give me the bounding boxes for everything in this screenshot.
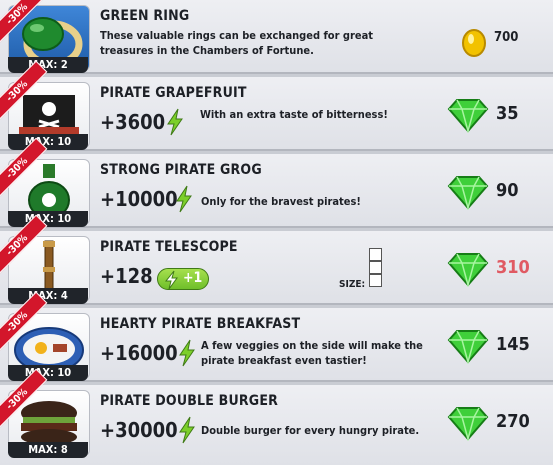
- energy-value: +128: [100, 264, 153, 288]
- energy-value: +10000: [100, 187, 178, 211]
- bonus-pill: +1: [157, 268, 209, 290]
- energy-bolt-icon: [179, 339, 195, 367]
- item-description: Only for the bravest pirates!: [201, 195, 361, 208]
- item-title: PIRATE GRAPEFRUIT: [100, 85, 247, 101]
- gem-icon: [447, 99, 489, 133]
- gem-icon: [447, 407, 489, 441]
- item-price: 90: [496, 180, 519, 201]
- item-description: Double burger for every hungry pirate.: [201, 424, 420, 437]
- max-quantity: MAX: 10: [8, 365, 88, 381]
- energy-value: +16000: [100, 341, 178, 365]
- shop-item-list: MAX: 2 -30% GREEN RING These valuable ri…: [0, 0, 553, 465]
- item-description: A few veggies on the side will make the …: [201, 339, 423, 367]
- max-quantity: MAX: 10: [8, 134, 88, 150]
- shop-item-strong-pirate-grog[interactable]: MAX: 10 -30% STRONG PIRATE GROG +10000 O…: [0, 137, 553, 228]
- item-title: HEARTY PIRATE BREAKFAST: [100, 316, 301, 332]
- energy-bolt-icon: [179, 416, 195, 444]
- gem-icon: [447, 330, 489, 364]
- size-cell: [369, 261, 382, 274]
- energy-value: +3600: [100, 110, 166, 134]
- item-title: GREEN RING: [100, 8, 190, 24]
- item-title: PIRATE TELESCOPE: [100, 239, 238, 255]
- shop-item-pirate-grapefruit[interactable]: MAX: 10 -30% PIRATE GRAPEFRUIT +3600 Wit…: [0, 60, 553, 151]
- item-title: PIRATE DOUBLE BURGER: [100, 393, 279, 409]
- shop-item-pirate-telescope[interactable]: MAX: 4 -30% PIRATE TELESCOPE +128 +1 SIZ…: [0, 214, 553, 305]
- item-description: With an extra taste of bitterness!: [200, 108, 388, 121]
- shop-item-green-ring[interactable]: MAX: 2 -30% GREEN RING These valuable ri…: [0, 0, 553, 74]
- size-cell: [369, 274, 382, 287]
- coin-icon: [461, 28, 487, 62]
- max-quantity: MAX: 10: [8, 211, 88, 227]
- shop-item-pirate-double-burger[interactable]: MAX: 8 -30% PIRATE DOUBLE BURGER +30000 …: [0, 368, 553, 465]
- max-quantity: MAX: 2: [8, 57, 88, 73]
- energy-value: +30000: [100, 418, 178, 442]
- energy-bolt-icon: [167, 108, 183, 136]
- item-price: 270: [496, 411, 530, 432]
- size-cell: [369, 248, 382, 261]
- gem-icon: [447, 253, 489, 287]
- item-price: 35: [496, 103, 519, 124]
- max-quantity: MAX: 4: [8, 288, 88, 304]
- gem-icon: [447, 176, 489, 210]
- item-price: 700: [494, 30, 519, 45]
- item-price: 310: [496, 257, 530, 278]
- item-title: STRONG PIRATE GROG: [100, 162, 262, 178]
- bonus-value: +1: [183, 270, 203, 286]
- energy-bolt-icon: [164, 270, 178, 290]
- shop-item-hearty-pirate-breakfast[interactable]: MAX: 10 -30% HEARTY PIRATE BREAKFAST +16…: [0, 291, 553, 382]
- item-price: 145: [496, 334, 530, 355]
- max-quantity: MAX: 8: [8, 442, 88, 458]
- item-description: These valuable rings can be exchanged fo…: [100, 29, 374, 57]
- energy-bolt-icon: [176, 185, 192, 213]
- size-label: SIZE:: [339, 279, 366, 290]
